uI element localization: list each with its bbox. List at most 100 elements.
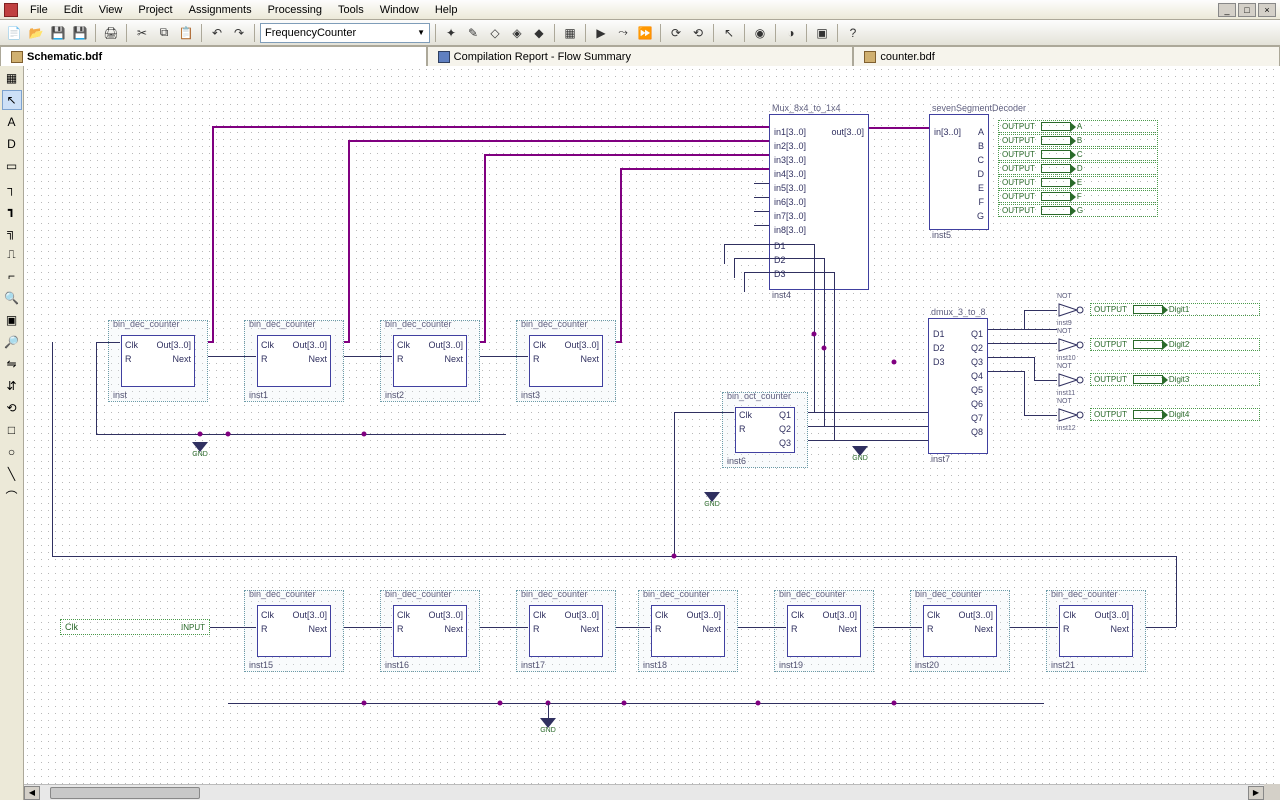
save-all-icon[interactable]: 💾	[70, 23, 90, 43]
find-icon[interactable]: 🔎	[2, 332, 22, 352]
menu-file[interactable]: File	[22, 2, 56, 18]
oval-draw-icon[interactable]: ○	[2, 442, 22, 462]
open-file-icon[interactable]: 📂	[26, 23, 46, 43]
block-bin-dec-counter-inst19[interactable]: bin_dec_counter ClkROut[3..0]Next inst19	[774, 590, 874, 672]
conduit-tool-icon[interactable]: ╗	[2, 222, 22, 242]
output-pin-g[interactable]: OUTPUTG	[998, 204, 1158, 217]
input-pin-clk[interactable]: Clk INPUT	[60, 619, 210, 635]
menu-project[interactable]: Project	[130, 2, 180, 18]
ground-symbol[interactable]: GND	[540, 718, 556, 736]
tab-schematic[interactable]: Schematic.bdf	[0, 46, 427, 66]
block-bin-dec-counter-inst15[interactable]: bin_dec_counter ClkROut[3..0]Next inst15	[244, 590, 344, 672]
undo-icon[interactable]: ↶	[207, 23, 227, 43]
full-screen-icon[interactable]: ▣	[2, 310, 22, 330]
schematic-canvas[interactable]: bin_dec_counter Clk R Out[3..0] Next ins…	[24, 66, 1280, 784]
rotate-icon[interactable]: ⟲	[2, 398, 22, 418]
block-bin-oct-counter[interactable]: bin_oct_counter Clk R Q1 Q2 Q3 inst6	[722, 392, 808, 468]
wand-icon[interactable]: ✎	[463, 23, 483, 43]
block-mux[interactable]: Mux_8x4_to_1x4 in1[3..0] in2[3..0] in3[3…	[769, 114, 869, 290]
output-pin-b[interactable]: OUTPUTB	[998, 134, 1158, 147]
output-pin-f[interactable]: OUTPUTF	[998, 190, 1158, 203]
flip-h-icon[interactable]: ⇋	[2, 354, 22, 374]
block-seven-segment-decoder[interactable]: sevenSegmentDecoder in[3..0] A B C D E F…	[929, 114, 989, 230]
output-pin-digit4[interactable]: OUTPUTDigit4	[1090, 408, 1260, 421]
bus-tool-icon[interactable]: ┓	[2, 200, 22, 220]
block-bin-dec-counter-inst1[interactable]: bin_dec_counter Clk R Out[3..0] Next ins…	[244, 320, 344, 402]
ground-symbol[interactable]: GND	[192, 442, 208, 460]
menu-help[interactable]: Help	[427, 2, 466, 18]
window-maximize-button[interactable]: □	[1238, 3, 1256, 17]
block-bin-dec-counter-inst3[interactable]: bin_dec_counter Clk R Out[3..0] Next ins…	[516, 320, 616, 402]
output-pin-c[interactable]: OUTPUTC	[998, 148, 1158, 161]
block-bin-dec-counter-inst16[interactable]: bin_dec_counter ClkROut[3..0]Next inst16	[380, 590, 480, 672]
tab-compilation-report[interactable]: Compilation Report - Flow Summary	[427, 46, 854, 66]
menu-edit[interactable]: Edit	[56, 2, 91, 18]
menu-view[interactable]: View	[91, 2, 131, 18]
menu-window[interactable]: Window	[372, 2, 427, 18]
arc-draw-icon[interactable]: ⌒	[2, 486, 22, 506]
project-select[interactable]: FrequencyCounter ▼	[260, 23, 430, 43]
partial-line-icon[interactable]: ⌐	[2, 266, 22, 286]
scrollbar-thumb[interactable]	[50, 787, 200, 799]
text-tool-icon[interactable]: A	[2, 112, 22, 132]
window-close-button[interactable]: ×	[1258, 3, 1276, 17]
ground-symbol[interactable]: GND	[704, 492, 720, 510]
paste-icon[interactable]: 📋	[176, 23, 196, 43]
cut-icon[interactable]: ✂	[132, 23, 152, 43]
copy-icon[interactable]: ⧉	[154, 23, 174, 43]
window-minimize-button[interactable]: _	[1218, 3, 1236, 17]
not-gate-inst11[interactable]: NOT inst11	[1057, 372, 1087, 388]
eye-icon[interactable]: ◉	[750, 23, 770, 43]
block-bin-dec-counter-inst20[interactable]: bin_dec_counter ClkROut[3..0]Next inst20	[910, 590, 1010, 672]
new-file-icon[interactable]: 📄	[4, 23, 24, 43]
not-gate-inst9[interactable]: NOT inst9	[1057, 302, 1087, 318]
check-icon[interactable]: ◇	[485, 23, 505, 43]
compile-icon[interactable]: ◈	[507, 23, 527, 43]
stop-icon[interactable]: ⏩	[635, 23, 655, 43]
scroll-right-icon[interactable]: ▶	[1248, 786, 1264, 800]
menu-processing[interactable]: Processing	[260, 2, 330, 18]
chip-icon[interactable]: ▦	[560, 23, 580, 43]
ground-symbol[interactable]: GND	[852, 446, 868, 464]
block-bin-dec-counter-inst[interactable]: bin_dec_counter Clk R Out[3..0] Next ins…	[108, 320, 208, 402]
output-pin-a[interactable]: OUTPUTA	[998, 120, 1158, 133]
orthogonal-line-icon[interactable]: ┐	[2, 178, 22, 198]
output-pin-digit1[interactable]: OUTPUTDigit1	[1090, 303, 1260, 316]
step-icon[interactable]: ⤳	[613, 23, 633, 43]
symbol-tool-icon[interactable]: D	[2, 134, 22, 154]
horizontal-scrollbar[interactable]: ◀ ▶	[24, 784, 1264, 800]
menu-assignments[interactable]: Assignments	[181, 2, 260, 18]
node-tool-icon[interactable]: ⎍	[2, 244, 22, 264]
misc-icon[interactable]: ▣	[812, 23, 832, 43]
report-icon[interactable]: ◑	[781, 23, 801, 43]
save-icon[interactable]: 💾	[48, 23, 68, 43]
simulate-icon[interactable]: ⟲	[688, 23, 708, 43]
menu-tools[interactable]: Tools	[330, 2, 372, 18]
block-tool-icon[interactable]: ▦	[2, 68, 22, 88]
rect-draw-icon[interactable]: □	[2, 420, 22, 440]
block-bin-dec-counter-inst18[interactable]: bin_dec_counter ClkROut[3..0]Next inst18	[638, 590, 738, 672]
block-dmux[interactable]: dmux_3_to_8 D1 D2 D3 Q1 Q2 Q3 Q4 Q5 Q6 Q…	[928, 318, 988, 454]
not-gate-inst10[interactable]: NOT inst10	[1057, 337, 1087, 353]
output-pin-digit3[interactable]: OUTPUTDigit3	[1090, 373, 1260, 386]
settings-icon[interactable]: ✦	[441, 23, 461, 43]
tab-counter[interactable]: counter.bdf	[853, 46, 1280, 66]
block-bin-dec-counter-inst21[interactable]: bin_dec_counter ClkROut[3..0]Next inst21	[1046, 590, 1146, 672]
rect-tool-icon[interactable]: ▭	[2, 156, 22, 176]
pointer-icon[interactable]: ↖	[719, 23, 739, 43]
output-pin-e[interactable]: OUTPUTE	[998, 176, 1158, 189]
scrollbar-track[interactable]	[40, 786, 1248, 800]
output-pin-d[interactable]: OUTPUTD	[998, 162, 1158, 175]
print-icon[interactable]: 🖨	[101, 23, 121, 43]
selection-tool-icon[interactable]: ↖	[2, 90, 22, 110]
zoom-tool-icon[interactable]: 🔍	[2, 288, 22, 308]
scroll-left-icon[interactable]: ◀	[24, 786, 40, 800]
output-pin-digit2[interactable]: OUTPUTDigit2	[1090, 338, 1260, 351]
synthesize-icon[interactable]: ◆	[529, 23, 549, 43]
timing-icon[interactable]: ⟳	[666, 23, 686, 43]
block-bin-dec-counter-inst2[interactable]: bin_dec_counter Clk R Out[3..0] Next ins…	[380, 320, 480, 402]
help-icon[interactable]: ?	[843, 23, 863, 43]
block-bin-dec-counter-inst17[interactable]: bin_dec_counter ClkROut[3..0]Next inst17	[516, 590, 616, 672]
line-draw-icon[interactable]: ╲	[2, 464, 22, 484]
not-gate-inst12[interactable]: NOT inst12	[1057, 407, 1087, 423]
